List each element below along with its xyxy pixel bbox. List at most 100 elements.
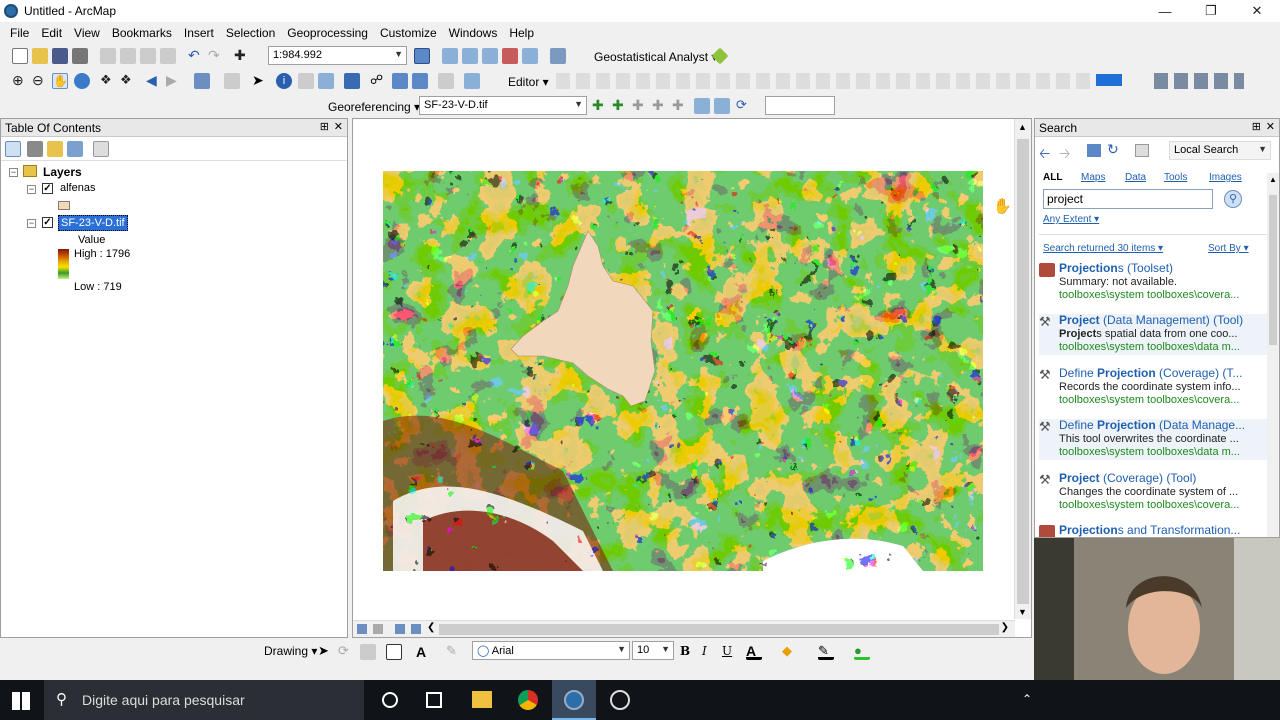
task-view-icon[interactable] [426, 692, 442, 708]
html-popup-icon[interactable] [298, 73, 314, 89]
layer-color-swatch[interactable] [1096, 74, 1122, 86]
text-a-icon[interactable]: A [416, 644, 432, 660]
chrome-icon[interactable] [518, 690, 538, 710]
georef-layer-combo[interactable]: SF-23-V-D.tif ▼ [419, 96, 587, 115]
scroll-thumb[interactable] [1269, 195, 1277, 345]
menu-customize[interactable]: Customize [374, 26, 443, 40]
menu-bookmarks[interactable]: Bookmarks [106, 26, 178, 40]
scroll-down-icon[interactable]: ▼ [1018, 607, 1027, 617]
redo-icon[interactable]: ↷ [208, 48, 224, 64]
dem-raster-image[interactable] [383, 171, 983, 571]
zoom-to-elements-icon[interactable] [360, 644, 376, 660]
forward-arrow-icon[interactable]: 🡢 [1059, 143, 1070, 167]
tab-images[interactable]: Images [1209, 172, 1242, 183]
cortana-icon[interactable] [382, 692, 398, 708]
underline-button[interactable]: U [722, 644, 732, 658]
map-horizontal-scrollbar[interactable]: ❮ ❯ [353, 620, 1015, 637]
search-scope-combo[interactable]: Local Search ▼ [1169, 141, 1271, 160]
bold-button[interactable]: B [680, 644, 690, 658]
rotate-view-icon[interactable]: ⟳ [736, 98, 752, 114]
scroll-up-icon[interactable]: ▲ [1018, 122, 1027, 132]
italic-button[interactable]: I [702, 644, 707, 658]
search-window-icon[interactable] [482, 48, 498, 64]
menu-selection[interactable]: Selection [220, 26, 281, 40]
home-icon[interactable] [1087, 144, 1101, 157]
back-extent-icon[interactable]: ◀ [146, 73, 162, 89]
search-result[interactable]: Projections (Toolset) Summary: not avail… [1039, 262, 1271, 303]
menu-geoprocessing[interactable]: Geoprocessing [281, 26, 374, 40]
arctoolbox-icon[interactable] [502, 48, 518, 64]
minimize-button[interactable]: — [1142, 0, 1188, 22]
geostatistical-analyst-menu[interactable]: Geostatistical Analyst ▾ [594, 50, 717, 64]
list-by-visibility-icon[interactable] [47, 141, 63, 157]
python-window-icon[interactable] [522, 48, 538, 64]
time-slider-icon[interactable] [438, 73, 454, 89]
layout-view-icon[interactable] [373, 624, 383, 634]
rotate-icon[interactable]: ✚ [612, 98, 628, 114]
marker-color-icon[interactable]: ● [854, 644, 870, 660]
layer-sf-23-v-d[interactable]: SF-23-V-D.tif [58, 215, 128, 231]
paste-icon[interactable] [140, 48, 156, 64]
select-features-icon[interactable] [194, 73, 210, 89]
back-arrow-icon[interactable]: 🡠 [1039, 143, 1050, 167]
table-of-contents-icon[interactable] [442, 48, 458, 64]
create-viewer-icon[interactable] [464, 73, 480, 89]
rectangle-icon[interactable] [386, 644, 402, 660]
print-icon[interactable] [72, 48, 88, 64]
forward-extent-icon[interactable]: ▶ [166, 73, 182, 89]
h-scroll-thumb[interactable] [439, 624, 999, 635]
chevron-up-icon[interactable]: ⌃ [1022, 692, 1032, 706]
tab-data[interactable]: Data [1125, 172, 1146, 183]
search-go-icon[interactable]: ⚲ [1224, 190, 1242, 208]
zoom-in-icon[interactable]: ⊕ [12, 73, 28, 89]
close-icon[interactable]: ✕ [1266, 120, 1275, 133]
search-result[interactable]: ⚒ Define Projection (Coverage) (T... Rec… [1039, 367, 1271, 408]
drawing-menu[interactable]: Drawing ▾ [264, 644, 317, 658]
font-combo[interactable]: ◯ Arial ▼ [472, 641, 630, 660]
alfenas-collapse-icon[interactable]: − [27, 185, 36, 194]
pause-drawing-icon[interactable] [411, 624, 421, 634]
measure-icon[interactable] [344, 73, 360, 89]
data-frame-layers[interactable]: Layers [43, 165, 82, 179]
raster-visibility-checkbox[interactable]: ✓ [42, 217, 53, 228]
scroll-thumb[interactable] [1017, 139, 1029, 604]
fill-color-icon[interactable]: ◆ [782, 644, 798, 660]
map-view[interactable]: ✋ ▲ ▼ ❮ ❯ [352, 118, 1032, 638]
close-icon[interactable]: ✕ [334, 120, 343, 133]
hyperlink-icon[interactable] [318, 73, 334, 89]
add-data-icon[interactable]: ✚ [234, 48, 250, 64]
tab-maps[interactable]: Maps [1081, 172, 1105, 183]
menu-edit[interactable]: Edit [35, 26, 68, 40]
alfenas-visibility-checkbox[interactable]: ✓ [42, 183, 53, 194]
search-result[interactable]: ⚒ Project (Coverage) (Tool) Changes the … [1039, 472, 1271, 513]
taskbar-search-box[interactable]: ⚲ Digite aqui para pesquisar [44, 680, 364, 720]
pin-icon[interactable]: ⊞ [320, 120, 329, 133]
tab-tools[interactable]: Tools [1164, 172, 1187, 183]
delete-icon[interactable] [160, 48, 176, 64]
alfenas-symbol[interactable] [58, 201, 70, 210]
close-button[interactable]: ✕ [1234, 0, 1280, 22]
search-options-icon[interactable] [1135, 144, 1149, 157]
pan-hand-icon[interactable]: ✋ [52, 73, 68, 89]
search-input[interactable]: project [1043, 189, 1213, 209]
menu-help[interactable]: Help [503, 26, 540, 40]
obs-icon[interactable] [610, 690, 630, 710]
search-scrollbar[interactable]: ▲ [1267, 173, 1279, 537]
toc-options-icon[interactable] [93, 141, 109, 157]
arcmap-taskbar-button[interactable] [552, 680, 596, 720]
fixed-zoom-out-icon[interactable]: ❖ [120, 73, 136, 89]
scroll-up-icon[interactable]: ▲ [1269, 175, 1277, 184]
zoom-out-icon[interactable]: ⊖ [32, 73, 48, 89]
save-icon[interactable] [52, 48, 68, 64]
search-result[interactable]: Projections and Transformation... [1039, 524, 1271, 537]
menu-view[interactable]: View [68, 26, 106, 40]
find-route-icon[interactable] [392, 73, 408, 89]
elevation-color-ramp[interactable] [58, 249, 69, 279]
editor-toolbar-icon[interactable] [414, 48, 430, 64]
identify-icon[interactable]: i [276, 73, 292, 89]
tab-all[interactable]: ALL [1043, 172, 1062, 183]
full-extent-icon[interactable] [74, 73, 90, 89]
catalog-window-icon[interactable] [462, 48, 478, 64]
menu-windows[interactable]: Windows [443, 26, 504, 40]
link-table-icon[interactable] [714, 98, 730, 114]
